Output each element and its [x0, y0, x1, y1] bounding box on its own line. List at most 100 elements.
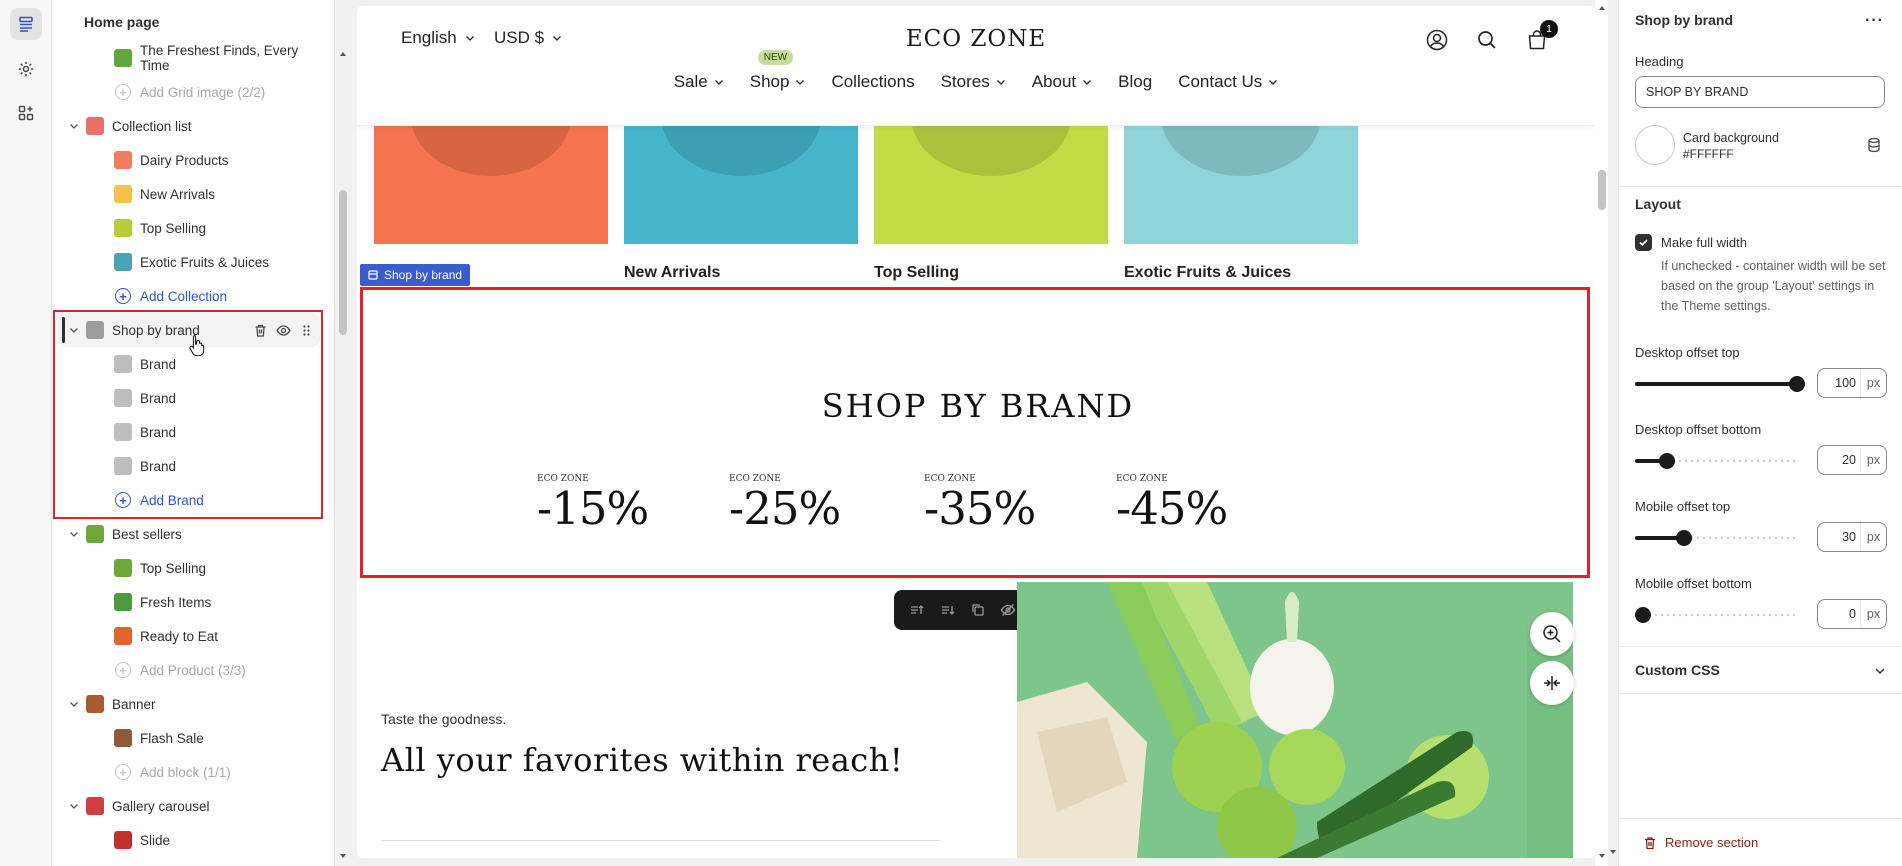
range-slider[interactable]: [1635, 530, 1797, 546]
tree-section-collection-list[interactable]: Collection list: [52, 109, 322, 143]
tree-block-item[interactable]: New Arrivals: [52, 177, 322, 211]
checkmark-icon: [1639, 239, 1648, 247]
range-slider[interactable]: [1635, 376, 1805, 392]
slider-knob[interactable]: [1659, 453, 1676, 469]
offset-number-input[interactable]: 30 px: [1817, 522, 1887, 552]
chevron-down-icon[interactable]: [1874, 665, 1886, 677]
tree-scrollbar[interactable]: [337, 48, 349, 866]
add-block-button: + Add Product (3/3): [52, 653, 322, 687]
chevron-down-icon[interactable]: [68, 800, 80, 812]
tree-block-item[interactable]: Ready to Eat: [52, 619, 322, 653]
tree-block-item[interactable]: Slide: [52, 823, 322, 857]
chevron-down-icon: [796, 80, 805, 85]
tree-block-item[interactable]: Top Selling: [52, 551, 322, 585]
collection-thumb-icon: [114, 151, 132, 169]
more-options-icon[interactable]: ···: [1865, 12, 1884, 30]
chevron-down-icon[interactable]: [68, 120, 80, 132]
make-full-width-label: Make full width: [1661, 235, 1747, 250]
slider-knob[interactable]: [1635, 607, 1651, 623]
tree-block-item[interactable]: Top Selling: [52, 211, 322, 245]
scroll-down-icon[interactable]: [339, 852, 347, 860]
range-slider[interactable]: [1635, 453, 1797, 469]
hide-eye-slash-icon[interactable]: [1000, 602, 1016, 618]
brand-card[interactable]: ECO ZONE -45%: [1116, 474, 1286, 531]
nav-item-label: Stores: [940, 72, 990, 91]
plus-circle-icon: +: [115, 662, 131, 678]
move-down-icon[interactable]: [940, 602, 956, 618]
tree-section-best-sellers[interactable]: Best sellers: [52, 517, 322, 551]
tree-section-gallery-carousel[interactable]: Gallery carousel: [52, 789, 322, 823]
collection-image[interactable]: [874, 56, 1108, 244]
collection-image[interactable]: [1124, 56, 1358, 244]
brand-card[interactable]: ECO ZONE -25%: [729, 474, 899, 531]
store-header: English USD $ ECO ZONE 1 Sale Shop NEW Coll…: [357, 6, 1595, 126]
tree-block-item[interactable]: Flash Sale: [52, 721, 322, 755]
search-icon[interactable]: [1475, 28, 1499, 52]
slider-label: Mobile offset bottom: [1635, 576, 1752, 591]
shop-by-brand-section[interactable]: SHOP BY BRAND ECO ZONE -15% ECO ZONE -25% EC…: [360, 287, 1590, 578]
store-logo[interactable]: ECO ZONE: [357, 26, 1595, 52]
theme-settings-gear-icon[interactable]: [10, 53, 42, 85]
add-block-button[interactable]: + Add Collection: [52, 279, 322, 313]
scroll-up-icon[interactable]: [339, 50, 347, 58]
heading-input[interactable]: [1635, 76, 1885, 108]
make-full-width-checkbox[interactable]: [1635, 234, 1652, 251]
card-background-swatch[interactable]: [1635, 125, 1675, 165]
scroll-up-icon[interactable]: [1598, 4, 1606, 12]
nav-item-sale[interactable]: Sale: [674, 72, 724, 92]
nav-item-collections[interactable]: Collections: [831, 72, 914, 92]
settings-scrollbar[interactable]: [1608, 0, 1618, 866]
add-block-label: Add Collection: [140, 288, 228, 304]
tree-scroll-thumb[interactable]: [339, 190, 347, 335]
slider-knob[interactable]: [1789, 376, 1805, 392]
collection-title[interactable]: Exotic Fruits & Juices: [1124, 264, 1291, 282]
nav-item-shop[interactable]: Shop NEW: [750, 50, 806, 92]
scroll-down-icon[interactable]: [1609, 848, 1617, 856]
range-slider[interactable]: [1635, 607, 1797, 623]
nav-item-label: Blog: [1118, 72, 1153, 91]
collection-title[interactable]: New Arrivals: [624, 264, 720, 282]
slider-label: Desktop offset bottom: [1635, 422, 1762, 437]
collection-title[interactable]: Top Selling: [874, 264, 959, 282]
dynamic-source-icon[interactable]: [1866, 137, 1882, 153]
offset-number-input[interactable]: 0 px: [1817, 599, 1887, 629]
offset-number-input[interactable]: 100 px: [1817, 368, 1887, 398]
account-icon[interactable]: [1425, 28, 1449, 52]
tree-block-item[interactable]: Exotic Fruits & Juices: [52, 245, 322, 279]
plus-circle-icon: +: [115, 84, 131, 100]
duplicate-icon[interactable]: [970, 602, 986, 618]
tree-block-item[interactable]: Dairy Products: [52, 143, 322, 177]
offset-number-input[interactable]: 20 px: [1817, 445, 1887, 475]
offset-unit: px: [1860, 523, 1886, 551]
collapse-button[interactable]: [1530, 661, 1574, 705]
nav-item-blog[interactable]: Blog: [1118, 72, 1152, 92]
custom-css-toggle[interactable]: Custom CSS: [1635, 662, 1720, 678]
tree-block-item[interactable]: Fresh Items: [52, 585, 322, 619]
cart-button[interactable]: 1: [1525, 20, 1558, 52]
nav-item-stores[interactable]: Stores: [941, 72, 1006, 92]
nav-item-label: About: [1031, 72, 1077, 91]
tree-block-item[interactable]: The Freshest Finds, Every Time: [52, 41, 322, 75]
brand-discount: -35%: [924, 482, 1036, 535]
nav-item-about[interactable]: About: [1032, 72, 1092, 92]
brand-card[interactable]: ECO ZONE -35%: [924, 474, 1094, 531]
scroll-down-icon[interactable]: [1598, 852, 1606, 860]
sections-icon[interactable]: [10, 8, 42, 40]
collection-image[interactable]: [624, 56, 858, 244]
canvas-scrollbar[interactable]: [1595, 0, 1608, 866]
tree-section-label: Banner: [112, 696, 156, 712]
collection-image[interactable]: [374, 56, 608, 244]
move-up-icon[interactable]: [909, 602, 925, 618]
apps-icon[interactable]: [10, 97, 42, 129]
tree-block-label: Flash Sale: [140, 730, 204, 746]
zoom-in-button[interactable]: [1530, 612, 1574, 656]
section-tag-shop-by-brand[interactable]: Shop by brand: [360, 264, 471, 286]
chevron-down-icon[interactable]: [68, 698, 80, 710]
nav-item-contact-us[interactable]: Contact Us: [1178, 72, 1278, 92]
brand-card[interactable]: ECO ZONE -15%: [537, 474, 707, 531]
tree-section-banner[interactable]: Banner: [52, 687, 322, 721]
remove-section-button[interactable]: Remove section: [1643, 835, 1758, 850]
chevron-down-icon[interactable]: [68, 528, 80, 540]
slider-knob[interactable]: [1675, 530, 1692, 546]
canvas-scroll-thumb[interactable]: [1598, 170, 1606, 210]
